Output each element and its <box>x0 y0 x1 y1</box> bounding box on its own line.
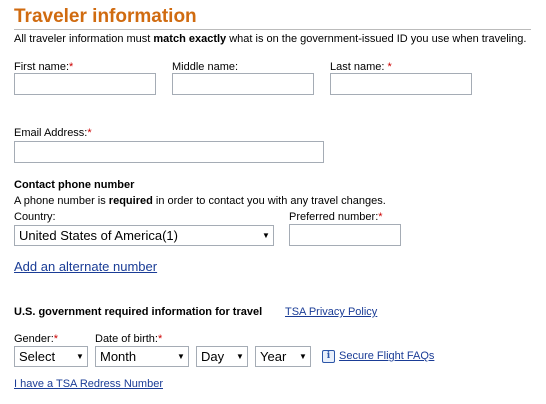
dropdown-arrow-icon: ▼ <box>177 352 185 361</box>
preferred-number-input[interactable] <box>289 224 401 246</box>
day-select-value: Day <box>201 349 225 364</box>
dropdown-arrow-icon: ▼ <box>76 352 84 361</box>
last-name-input[interactable] <box>330 73 472 95</box>
title-divider <box>14 29 531 30</box>
phone-heading: Contact phone number <box>14 179 135 191</box>
country-label: Country: <box>14 211 56 223</box>
add-alternate-number-link[interactable]: Add an alternate number <box>14 259 157 274</box>
required-star: * <box>53 333 59 345</box>
country-select-value: United States of America(1) <box>19 228 178 243</box>
dropdown-arrow-icon: ▼ <box>299 352 307 361</box>
note-text-before: All traveler information must <box>14 33 154 45</box>
note-text-after: what is on the government-issued ID you … <box>226 33 527 45</box>
dob-label: Date of birth:* <box>95 333 163 345</box>
page-title: Traveler information <box>14 6 197 27</box>
dob-year-select[interactable]: Year ▼ <box>255 346 311 367</box>
required-star: * <box>69 61 74 73</box>
dob-day-select[interactable]: Day ▼ <box>196 346 248 367</box>
gender-select-value: Select <box>19 349 56 364</box>
note-text-bold: match exactly <box>153 33 227 45</box>
required-star: * <box>387 61 392 73</box>
gender-select[interactable]: Select ▼ <box>14 346 88 367</box>
middle-name-label: Middle name: <box>172 61 239 73</box>
country-select[interactable]: United States of America(1) ▼ <box>14 225 274 246</box>
traveler-info-note: All traveler information must match exac… <box>14 33 526 45</box>
tsa-heading: U.S. government required information for… <box>14 306 263 318</box>
dropdown-arrow-icon: ▼ <box>262 231 270 240</box>
month-select-value: Month <box>100 349 137 364</box>
required-star: * <box>87 127 92 139</box>
phone-note: A phone number is required in order to c… <box>14 195 386 207</box>
dob-month-select[interactable]: Month ▼ <box>95 346 189 367</box>
info-icon[interactable]: i <box>322 350 335 363</box>
first-name-input[interactable] <box>14 73 156 95</box>
gender-label: Gender:* <box>14 333 59 345</box>
dropdown-arrow-icon: ▼ <box>236 352 244 361</box>
tsa-redress-number-link[interactable]: I have a TSA Redress Number <box>14 378 163 390</box>
first-name-label: First name:* <box>14 61 74 73</box>
required-star: * <box>378 211 383 223</box>
secure-flight-faqs-link[interactable]: Secure Flight FAQs <box>339 350 434 362</box>
tsa-privacy-policy-link[interactable]: TSA Privacy Policy <box>285 306 377 318</box>
year-select-value: Year <box>260 349 287 364</box>
email-label: Email Address:* <box>14 127 92 139</box>
required-star: * <box>157 333 163 345</box>
last-name-label: Last name: * <box>330 61 392 73</box>
preferred-number-label: Preferred number:* <box>289 211 383 223</box>
middle-name-input[interactable] <box>172 73 314 95</box>
email-input[interactable] <box>14 141 324 163</box>
